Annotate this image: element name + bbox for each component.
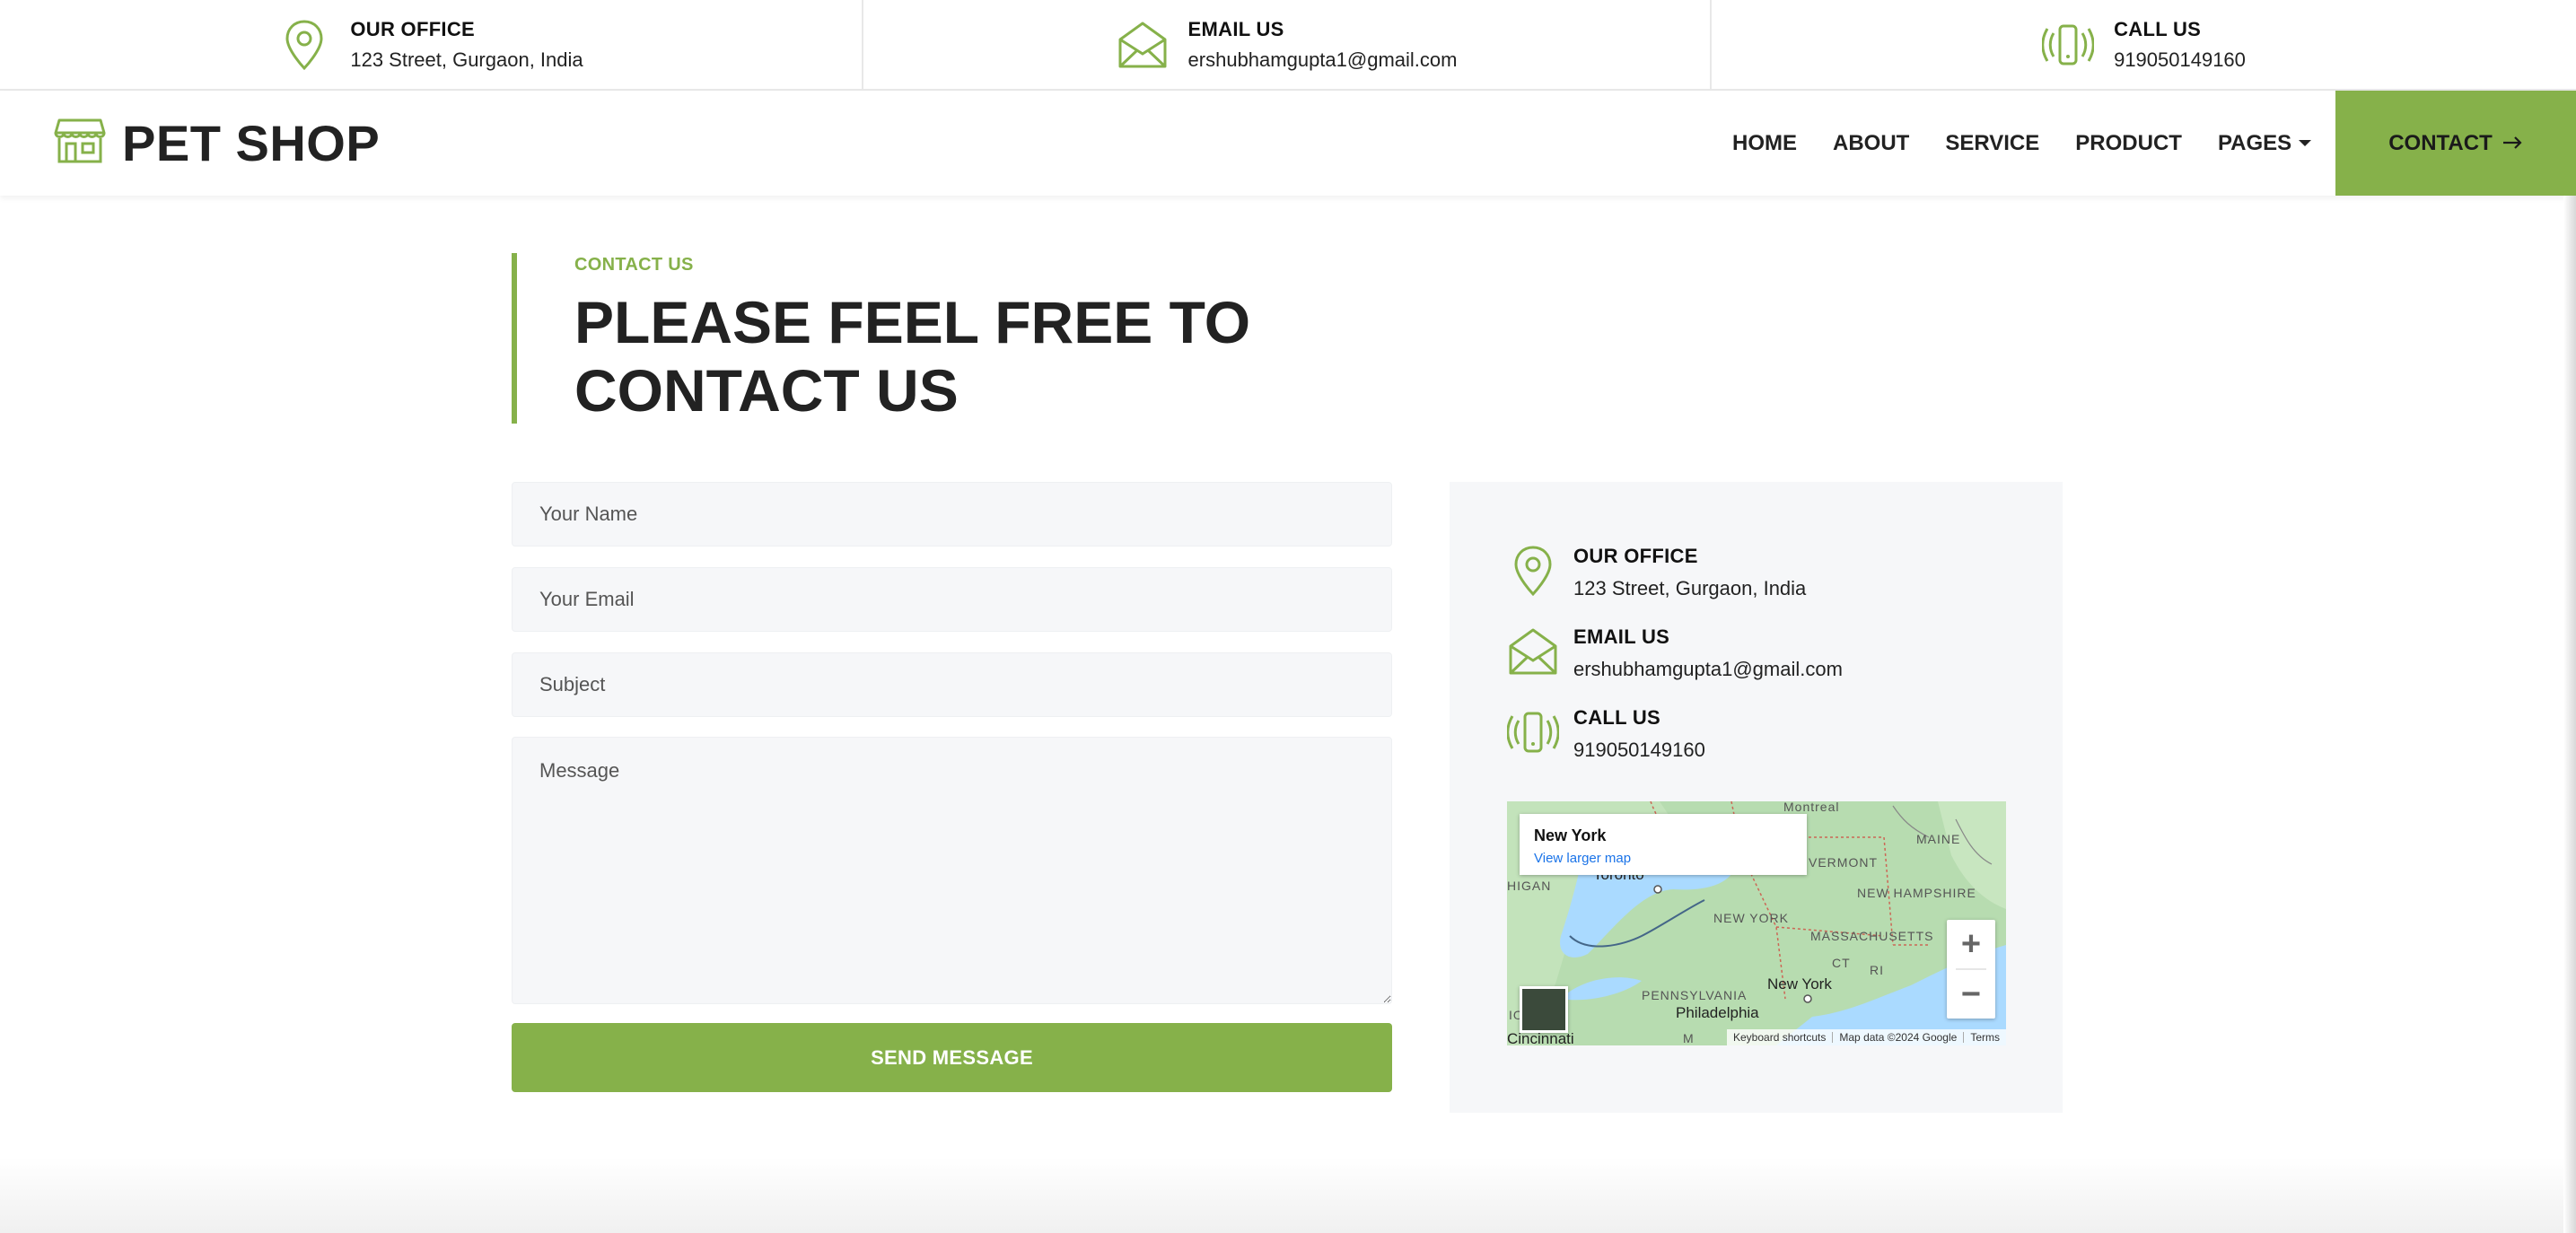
zoom-in-button[interactable]: +: [1947, 920, 1995, 968]
brand-logo[interactable]: PET SHOP: [54, 114, 380, 172]
card-call-title: CALL US: [1573, 706, 1661, 729]
location-pin-icon: [278, 19, 330, 71]
caret-down-icon: [2299, 140, 2312, 146]
top-info-bar: OUR OFFICE 123 Street, Gurgaon, India EM…: [0, 0, 2576, 91]
map-label-new-hampshire: NEW HAMPSHIRE: [1857, 886, 1976, 900]
page-scroll-edge: [2563, 196, 2576, 1233]
card-call-row: CALL US 919050149160: [1507, 706, 1705, 762]
embedded-map[interactable]: Montreal MAINE VERMONT NEW HAMPSHIRE Tor…: [1507, 801, 2006, 1045]
card-email-title: EMAIL US: [1573, 625, 1670, 648]
map-label-m: M: [1683, 1031, 1695, 1045]
section-eyebrow: CONTACT US: [574, 255, 694, 275]
nav-links: HOME ABOUT SERVICE PRODUCT PAGES: [1732, 91, 2347, 196]
card-office-title: OUR OFFICE: [1573, 545, 1698, 567]
map-label-massachusetts: MASSACHUSETTS: [1810, 929, 1934, 943]
shop-icon: [54, 117, 106, 170]
map-place-popup: New York View larger map: [1520, 814, 1807, 875]
nav-pages-label: PAGES: [2217, 130, 2292, 155]
map-footer: Keyboard shortcuts Map data ©2024 Google…: [1727, 1029, 2006, 1045]
map-label-michigan: HIGAN: [1507, 879, 1552, 893]
top-call-title: CALL US: [2114, 17, 2202, 40]
card-email-value: ershubhamgupta1@gmail.com: [1573, 658, 1843, 680]
top-office-value: 123 Street, Gurgaon, India: [350, 48, 583, 71]
map-label-vermont: VERMONT: [1809, 855, 1878, 870]
location-pin-icon: [1507, 545, 1559, 597]
arrow-right-icon: [2502, 131, 2523, 156]
map-data-attribution: Map data ©2024 Google: [1839, 1031, 1958, 1044]
map-label-new-york-state: NEW YORK: [1713, 911, 1789, 925]
top-office-cell: OUR OFFICE 123 Street, Gurgaon, India: [0, 0, 863, 89]
map-label-ct: CT: [1832, 956, 1851, 970]
nav-pages-dropdown[interactable]: PAGES: [2217, 130, 2312, 156]
envelope-icon: [1507, 625, 1559, 678]
top-email-value: ershubhamgupta1@gmail.com: [1187, 48, 1458, 71]
message-field[interactable]: [512, 737, 1392, 1004]
name-field[interactable]: [512, 482, 1392, 547]
card-office-value: 123 Street, Gurgaon, India: [1573, 577, 1807, 599]
map-terms-link[interactable]: Terms: [1964, 1031, 2006, 1044]
nav-service[interactable]: SERVICE: [1945, 131, 2039, 156]
send-message-button[interactable]: SEND MESSAGE: [512, 1023, 1392, 1092]
map-label-new-york-city: New York: [1767, 975, 1832, 993]
nav-product[interactable]: PRODUCT: [2075, 131, 2182, 156]
top-email-cell: EMAIL US ershubhamgupta1@gmail.com: [863, 0, 1712, 89]
section-heading: CONTACT US PLEASE FEEL FREE TO CONTACT U…: [512, 253, 1257, 424]
nav-home[interactable]: HOME: [1732, 131, 1797, 156]
keyboard-shortcuts-link[interactable]: Keyboard shortcuts: [1727, 1031, 1832, 1044]
top-call-value: 919050149160: [2114, 48, 2246, 71]
card-office-row: OUR OFFICE 123 Street, Gurgaon, India: [1507, 545, 1806, 600]
card-email-row: EMAIL US ershubhamgupta1@gmail.com: [1507, 625, 1843, 681]
email-field[interactable]: [512, 567, 1392, 632]
navbar: PET SHOP HOME ABOUT SERVICE PRODUCT PAGE…: [0, 91, 2576, 196]
map-zoom-control: + −: [1947, 920, 1995, 1019]
nav-contact-button[interactable]: CONTACT: [2335, 91, 2576, 196]
nav-contact-label: CONTACT: [2388, 130, 2493, 155]
top-office-title: OUR OFFICE: [350, 17, 476, 40]
brand-name: PET SHOP: [122, 115, 381, 171]
headline-line-1: PLEASE FEEL FREE TO: [574, 289, 1251, 355]
map-place-name: New York: [1534, 826, 1607, 844]
zoom-out-button[interactable]: −: [1947, 970, 1995, 1019]
map-label-pennsylvania: PENNSYLVANIA: [1642, 988, 1748, 1002]
envelope-icon: [1117, 19, 1169, 71]
map-label-maine: MAINE: [1916, 832, 1961, 846]
view-larger-map-link[interactable]: View larger map: [1534, 851, 1792, 866]
footer-shadow: [0, 1158, 2576, 1233]
headline-line-2: CONTACT US: [574, 357, 959, 424]
section-headline: PLEASE FEEL FREE TO CONTACT US: [574, 288, 1257, 424]
subject-field[interactable]: [512, 652, 1392, 717]
phone-vibrate-icon: [1507, 706, 1559, 758]
phone-vibrate-icon: [2042, 19, 2095, 71]
map-label-philadelphia: Philadelphia: [1676, 1004, 1759, 1021]
top-email-title: EMAIL US: [1187, 17, 1284, 40]
map-label-ri: RI: [1870, 963, 1884, 977]
card-call-value: 919050149160: [1573, 739, 1705, 761]
top-call-cell: CALL US 919050149160: [1712, 0, 2576, 89]
contact-info-card: OUR OFFICE 123 Street, Gurgaon, India EM…: [1450, 482, 2063, 1113]
nav-about[interactable]: ABOUT: [1833, 131, 1909, 156]
map-type-toggle[interactable]: [1520, 986, 1568, 1033]
map-label-montreal: Montreal: [1783, 801, 1840, 814]
